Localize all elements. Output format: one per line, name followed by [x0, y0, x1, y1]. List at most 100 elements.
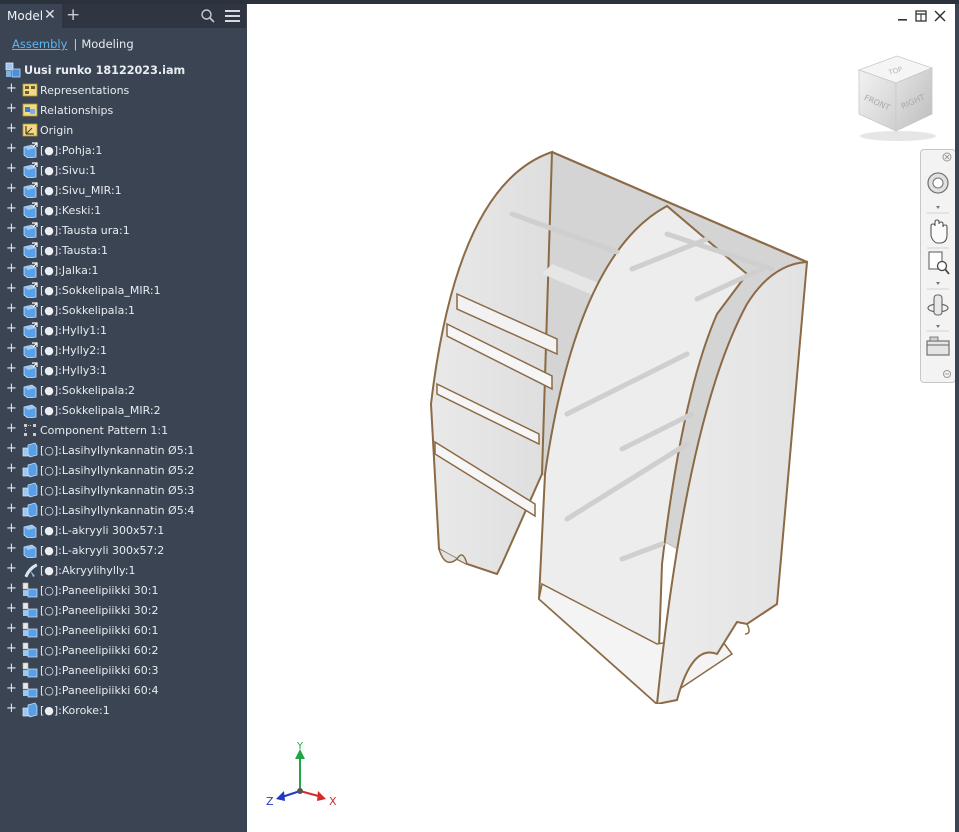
pan-hand-icon[interactable]	[930, 219, 948, 244]
expand-plus-icon[interactable]: +	[6, 662, 17, 675]
graphics-viewport[interactable]: TOP FRONT RIGHT Y X Z	[247, 4, 956, 832]
tree-item[interactable]: + [○]:Lasihyllynkannatin Ø5:4	[0, 500, 246, 520]
expand-plus-icon[interactable]: +	[6, 542, 17, 555]
add-tab-icon[interactable]: +	[66, 5, 80, 25]
search-icon[interactable]	[201, 9, 215, 23]
navbar-options-icon[interactable]	[943, 370, 951, 378]
expand-plus-icon[interactable]: +	[6, 602, 17, 615]
tree-item[interactable]: + [●]:Hylly3:1	[0, 360, 246, 380]
tree-item[interactable]: + [○]:Paneelipiikki 60:4	[0, 680, 246, 700]
tree-item[interactable]: + Relationships	[0, 100, 246, 120]
restore-icon[interactable]	[915, 10, 927, 22]
tree-item-label: [○]:Paneelipiikki 60:3	[40, 664, 159, 677]
expand-plus-icon[interactable]: +	[6, 482, 17, 495]
expand-plus-icon[interactable]: +	[6, 582, 17, 595]
tree-item[interactable]: + [●]:Sokkelipala:2	[0, 380, 246, 400]
expand-plus-icon[interactable]: +	[6, 402, 17, 415]
tree-item[interactable]: + [●]:Sokkelipala_MIR:1	[0, 280, 246, 300]
close-window-icon[interactable]	[934, 10, 946, 22]
chevron-down-icon[interactable]	[936, 325, 940, 328]
tree-item[interactable]: + Component Pattern 1:1	[0, 420, 246, 440]
expand-plus-icon[interactable]: +	[6, 442, 17, 455]
expand-plus-icon[interactable]: +	[6, 622, 17, 635]
part-adaptive-icon	[23, 242, 38, 258]
minimize-icon[interactable]	[898, 19, 907, 21]
tree-item[interactable]: + [●]:Sokkelipala:1	[0, 300, 246, 320]
mode-assembly-link[interactable]: Assembly	[12, 37, 67, 51]
paneelipiikki-icon	[22, 662, 38, 678]
tree-item[interactable]: + [○]:Lasihyllynkannatin Ø5:3	[0, 480, 246, 500]
expand-plus-icon[interactable]: +	[6, 202, 17, 215]
tree-item-label: [●]:Hylly3:1	[40, 364, 107, 377]
expand-plus-icon[interactable]: +	[6, 102, 17, 115]
tree-item[interactable]: + [○]:Lasihyllynkannatin Ø5:2	[0, 460, 246, 480]
tree-item[interactable]: + [●]:Tausta ura:1	[0, 220, 246, 240]
mode-modeling-link[interactable]: Modeling	[81, 37, 133, 51]
expand-plus-icon[interactable]: +	[6, 502, 17, 515]
tree-item[interactable]: + [●]:Keski:1	[0, 200, 246, 220]
part-adaptive-icon	[23, 342, 38, 358]
tree-root-assembly[interactable]: Uusi runko 18122023.iam	[0, 60, 246, 80]
expand-plus-icon[interactable]: +	[6, 142, 17, 155]
expand-plus-icon[interactable]: +	[6, 182, 17, 195]
tree-item[interactable]: + [●]:Sivu:1	[0, 160, 246, 180]
orbit-icon[interactable]	[927, 294, 949, 316]
expand-plus-icon[interactable]: +	[6, 162, 17, 175]
tree-item[interactable]: + [●]:Koroke:1	[0, 700, 246, 720]
tree-item[interactable]: + [●]:Hylly1:1	[0, 320, 246, 340]
expand-plus-icon[interactable]: +	[6, 222, 17, 235]
tree-item[interactable]: + [○]:Paneelipiikki 60:3	[0, 660, 246, 680]
tree-item[interactable]: + Representations	[0, 80, 246, 100]
expand-plus-icon[interactable]: +	[6, 682, 17, 695]
expand-plus-icon[interactable]: +	[6, 302, 17, 315]
zoom-icon[interactable]	[928, 251, 950, 275]
tree-item[interactable]: + [●]:L-akryyli 300x57:2	[0, 540, 246, 560]
tree-item[interactable]: + [○]:Paneelipiikki 60:1	[0, 620, 246, 640]
representations-icon	[22, 83, 38, 97]
tree-item[interactable]: + [○]:Lasihyllynkannatin Ø5:1	[0, 440, 246, 460]
tree-item[interactable]: + [●]:L-akryyli 300x57:1	[0, 520, 246, 540]
expand-plus-icon[interactable]: +	[6, 422, 17, 435]
expand-plus-icon[interactable]: +	[6, 242, 17, 255]
tree-item[interactable]: + [●]:Sokkelipala_MIR:2	[0, 400, 246, 420]
expand-plus-icon[interactable]: +	[6, 642, 17, 655]
expand-plus-icon[interactable]: +	[6, 462, 17, 475]
tree-item[interactable]: + Origin	[0, 120, 246, 140]
tree-item[interactable]: + [●]:Pohja:1	[0, 140, 246, 160]
chevron-down-icon[interactable]	[936, 282, 940, 285]
chevron-down-icon[interactable]	[936, 206, 940, 209]
expand-plus-icon[interactable]: +	[6, 702, 17, 715]
expand-plus-icon[interactable]: +	[6, 522, 17, 535]
part-adaptive-icon	[23, 202, 38, 218]
tab-model[interactable]: Model ✕	[0, 4, 62, 28]
look-at-icon[interactable]	[926, 336, 950, 356]
expand-plus-icon[interactable]: +	[6, 562, 17, 575]
close-icon[interactable]: ✕	[44, 7, 56, 23]
tree-item-label: [○]:Paneelipiikki 60:1	[40, 624, 159, 637]
expand-plus-icon[interactable]: +	[6, 282, 17, 295]
expand-plus-icon[interactable]: +	[6, 342, 17, 355]
navbar-close-icon[interactable]	[942, 152, 952, 162]
tree-item[interactable]: + [●]:Tausta:1	[0, 240, 246, 260]
hamburger-menu-icon[interactable]	[225, 9, 240, 23]
tree-item[interactable]: + [●]:Jalka:1	[0, 260, 246, 280]
tree-item[interactable]: + [○]:Paneelipiikki 30:1	[0, 580, 246, 600]
tree-item[interactable]: + [○]:Paneelipiikki 30:2	[0, 600, 246, 620]
expand-plus-icon[interactable]: +	[6, 82, 17, 95]
expand-plus-icon[interactable]: +	[6, 262, 17, 275]
triad-x-label: X	[329, 795, 337, 808]
navigation-bar	[920, 149, 956, 383]
tree-item-label: [●]:Sokkelipala_MIR:1	[40, 284, 161, 297]
expand-plus-icon[interactable]: +	[6, 382, 17, 395]
tree-item[interactable]: + [○]:Paneelipiikki 60:2	[0, 640, 246, 660]
sheet-part-icon	[24, 563, 38, 578]
viewcube[interactable]: TOP FRONT RIGHT	[852, 48, 942, 143]
tree-item[interactable]: + [●]:Akryylihylly:1	[0, 560, 246, 580]
expand-plus-icon[interactable]: +	[6, 362, 17, 375]
steering-wheel-icon[interactable]	[927, 172, 949, 194]
expand-plus-icon[interactable]: +	[6, 122, 17, 135]
tree-item[interactable]: + [●]:Sivu_MIR:1	[0, 180, 246, 200]
expand-plus-icon[interactable]: +	[6, 322, 17, 335]
3d-model-view[interactable]	[417, 144, 817, 704]
tree-item[interactable]: + [●]:Hylly2:1	[0, 340, 246, 360]
